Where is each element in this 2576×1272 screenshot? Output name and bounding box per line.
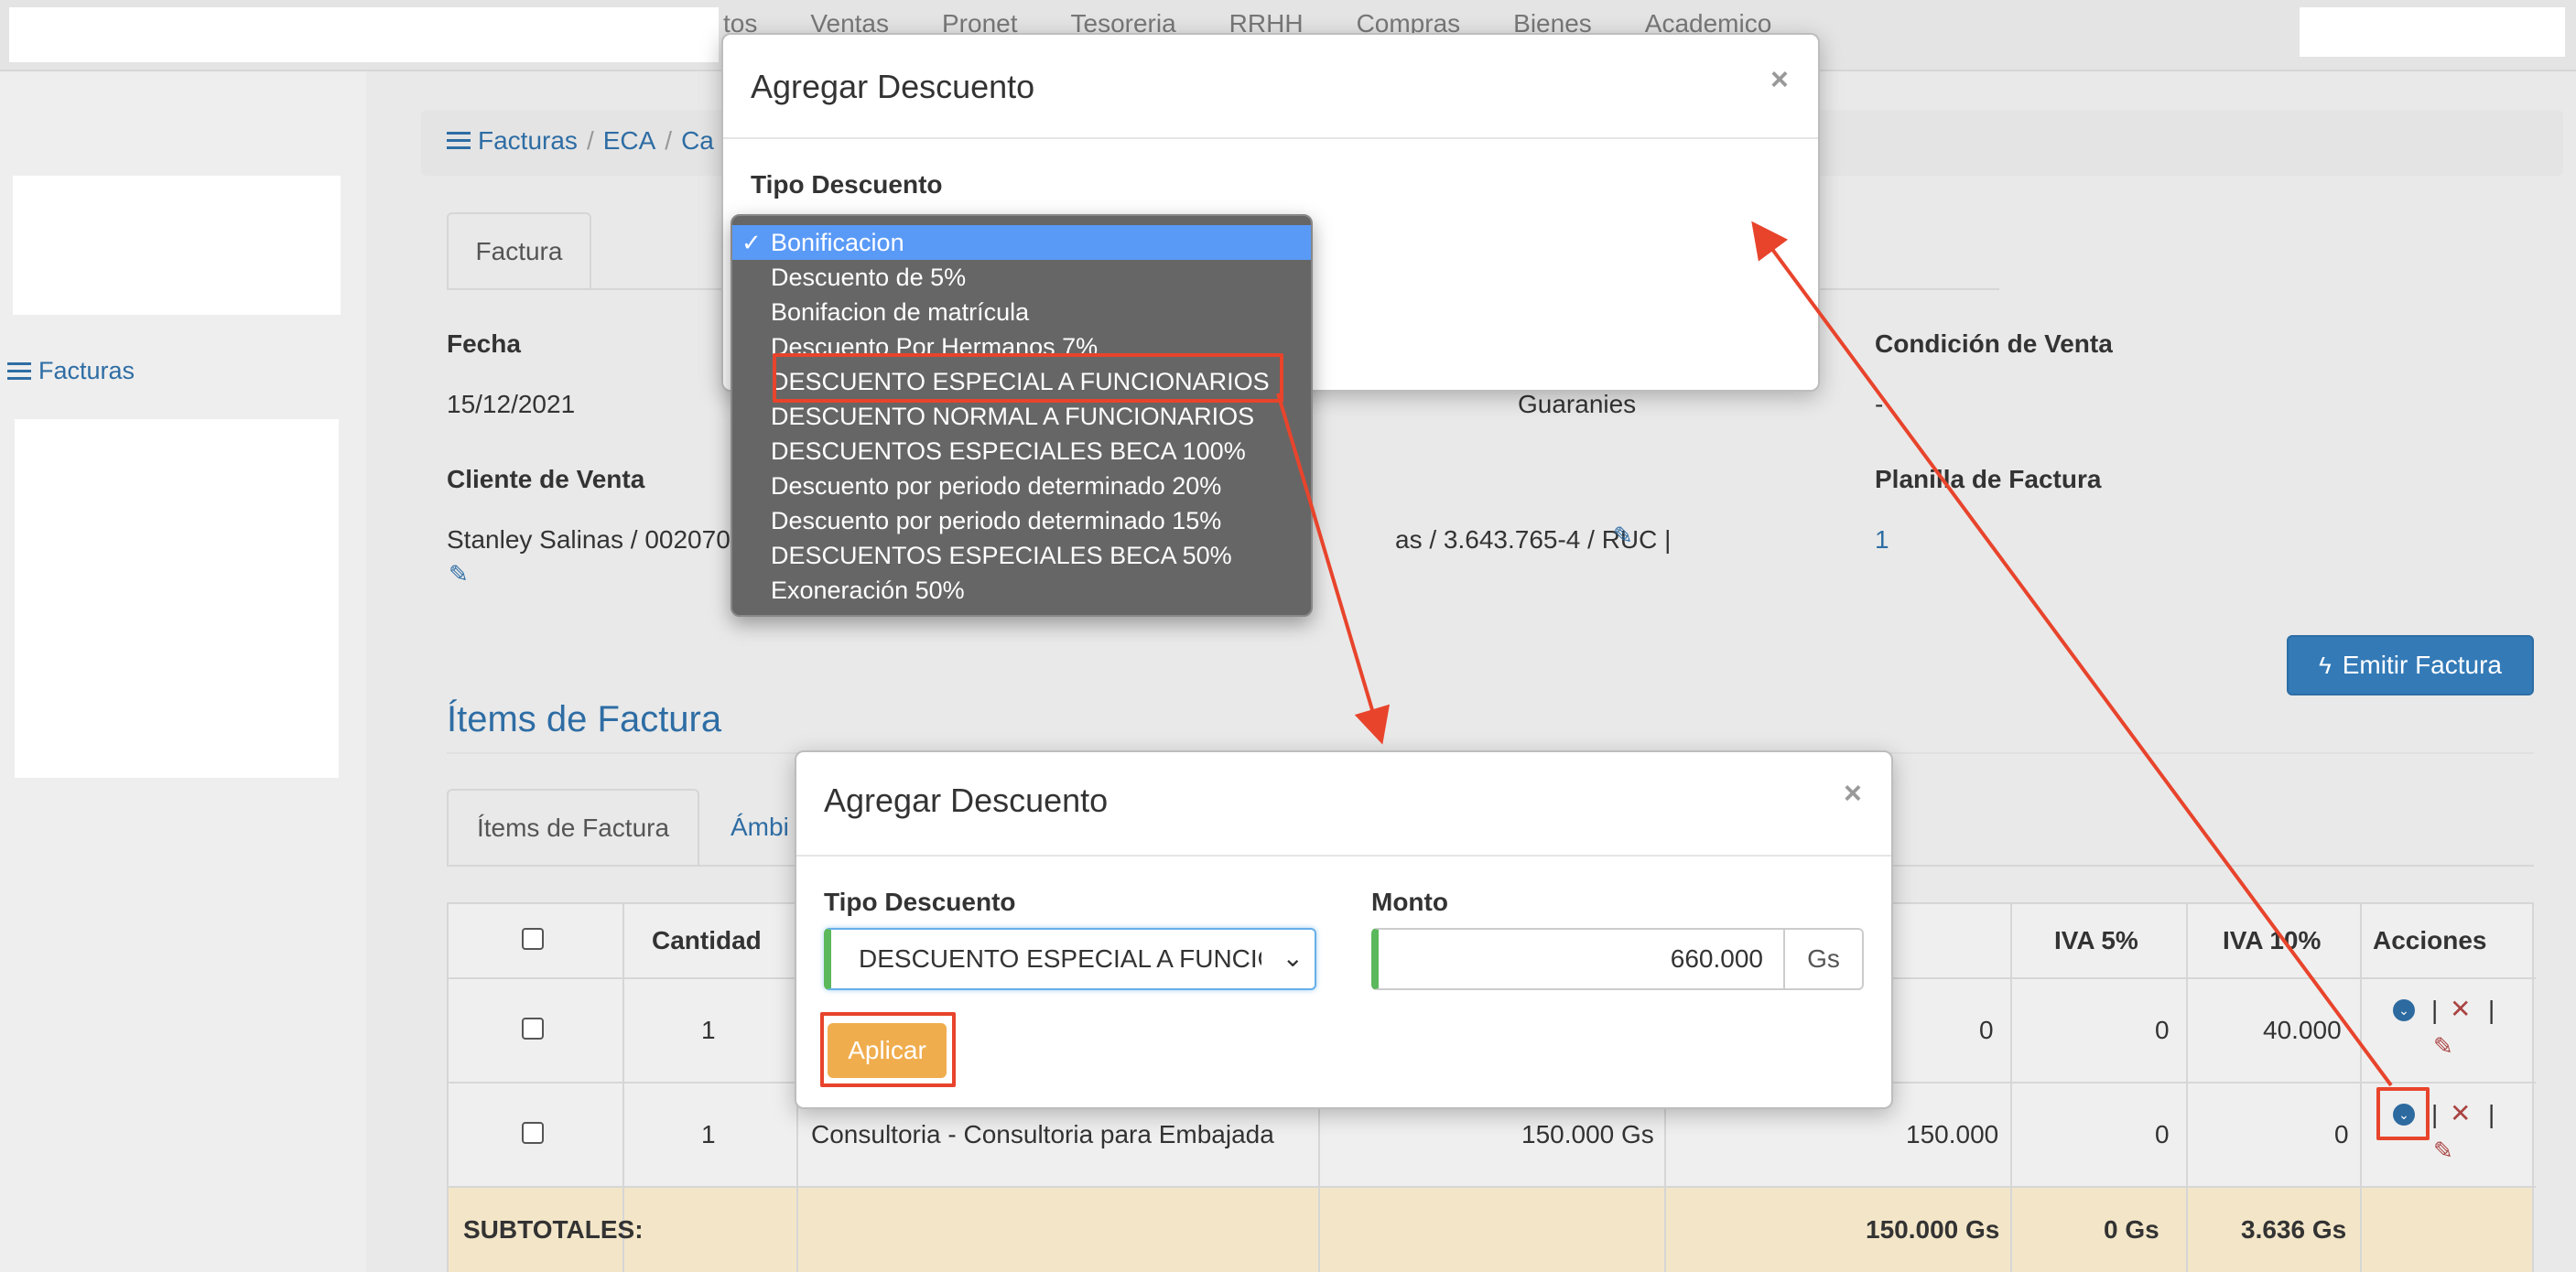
- annotation-arrows: [1276, 221, 2393, 1087]
- screen: tos Ventas Pronet Tesoreria RRHH Compras…: [0, 0, 2576, 1272]
